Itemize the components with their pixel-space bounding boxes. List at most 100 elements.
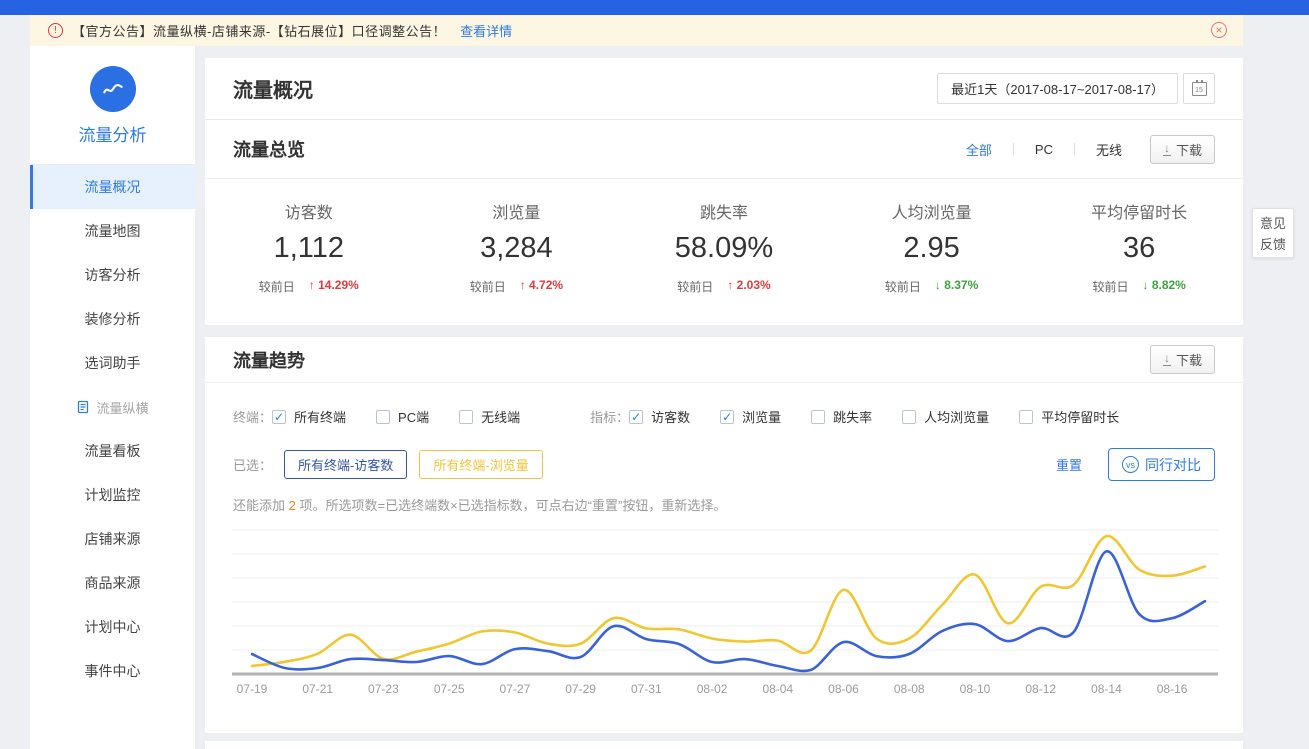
stat-label: 人均浏览量 [828, 199, 1036, 223]
sidebar-item-plan-monitor[interactable]: 计划监控 [30, 473, 195, 517]
sidebar-nav: 流量概况 流量地图 访客分析 装修分析 选词助手 流量纵横 流量看板 计划监控 … [30, 165, 195, 693]
download-label: 下载 [1176, 350, 1202, 369]
stat-avg-stay-time: 平均停留时长 36 较前日 ↓ 8.82% [1035, 199, 1243, 295]
reset-button[interactable]: 重置 [1056, 455, 1082, 474]
stat-change: 较前日 ↓ 8.37% [828, 278, 1036, 295]
svg-text:07-19: 07-19 [237, 682, 268, 696]
warning-icon: ! [48, 23, 63, 38]
checkbox-icon: ✓ [629, 410, 643, 424]
app-title: 流量分析 [30, 121, 195, 146]
download-icon: ↓ [1163, 353, 1171, 366]
stat-change: 较前日 ↑ 4.72% [413, 278, 621, 295]
page-header: 流量概况 最近1天（2017-08-17~2017-08-17） 15 [205, 58, 1243, 120]
svg-text:07-29: 07-29 [565, 682, 596, 696]
checkbox-wireless-terminal[interactable]: ✓ 无线端 [459, 407, 520, 426]
stat-value: 36 [1035, 232, 1243, 265]
stat-bounce-rate: 跳失率 58.09% 较前日 ↑ 2.03% [620, 199, 828, 295]
checkbox-pc-terminal[interactable]: ✓ PC端 [376, 407, 429, 426]
stat-views-per-visitor: 人均浏览量 2.95 较前日 ↓ 8.37% [828, 199, 1036, 295]
stat-label: 浏览量 [413, 199, 621, 223]
checkbox-icon: ✓ [376, 410, 390, 424]
svg-text:08-02: 08-02 [697, 682, 728, 696]
checkbox-avg-stay-time[interactable]: ✓ 平均停留时长 [1019, 407, 1119, 426]
trend-card: 流量趋势 ↓ 下载 终端： ✓ 所有终端 ✓ PC端 ✓ 无线端 指标： [205, 337, 1243, 733]
close-icon[interactable]: × [1211, 22, 1227, 38]
checkbox-all-terminals[interactable]: ✓ 所有终端 [272, 407, 346, 426]
sidebar-item-shop-source[interactable]: 店铺来源 [30, 517, 195, 561]
announcement-detail-link[interactable]: 查看详情 [460, 21, 512, 40]
terminal-tabs: 全部 PC 无线 [966, 140, 1122, 159]
selected-series-row: 已选： 所有终端-访客数 所有终端-浏览量 重置 vs 同行对比 [205, 448, 1243, 481]
sidebar-section-label: 流量纵横 [96, 398, 148, 417]
overview-title: 流量总览 [233, 136, 305, 162]
tag-all-terminals-pageviews[interactable]: 所有终端-浏览量 [419, 450, 542, 479]
svg-text:07-23: 07-23 [368, 682, 399, 696]
tab-wireless[interactable]: 无线 [1096, 140, 1122, 159]
checkbox-icon: ✓ [1019, 410, 1033, 424]
sidebar-item-event-center[interactable]: 事件中心 [30, 649, 195, 693]
sidebar-item-traffic-map[interactable]: 流量地图 [30, 209, 195, 253]
stat-label: 平均停留时长 [1035, 199, 1243, 223]
overview-download-button[interactable]: ↓ 下载 [1150, 135, 1215, 164]
trend-section-header: 流量趋势 ↓ 下载 [205, 337, 1243, 383]
stat-pageviews: 浏览量 3,284 较前日 ↑ 4.72% [413, 199, 621, 295]
sidebar-item-traffic-board[interactable]: 流量看板 [30, 429, 195, 473]
top-blue-bar [0, 0, 1309, 15]
sidebar-section-traffic-compass[interactable]: 流量纵横 [30, 385, 195, 429]
calendar-icon: 15 [1192, 82, 1207, 96]
stat-label: 跳失率 [620, 199, 828, 223]
ledger-icon [76, 400, 90, 414]
page-title: 流量概况 [233, 74, 313, 103]
vs-icon: vs [1122, 456, 1139, 473]
announcement-text: 【官方公告】流量纵横-店铺来源-【钻石展位】口径调整公告！ [72, 21, 446, 40]
svg-text:08-08: 08-08 [894, 682, 925, 696]
trend-arrow-icon: ↓ [935, 278, 941, 292]
sidebar-item-traffic-overview[interactable]: 流量概况 [30, 165, 195, 209]
next-card-edge [205, 741, 1243, 749]
svg-text:08-16: 08-16 [1157, 682, 1188, 696]
trend-arrow-icon: ↑ [727, 278, 733, 292]
trend-line-chart[interactable]: 07-1907-2107-2307-2507-2707-2907-3108-02… [217, 523, 1231, 708]
checkbox-pageviews[interactable]: ✓ 浏览量 [720, 407, 781, 426]
stat-value: 3,284 [413, 232, 621, 265]
feedback-tab[interactable]: 意见 反馈 [1252, 208, 1294, 258]
checkbox-icon: ✓ [272, 410, 286, 424]
date-range-text: 最近1天（2017-08-17~2017-08-17） [951, 79, 1164, 98]
terminal-filter-label: 终端： [233, 407, 272, 426]
svg-text:08-14: 08-14 [1091, 682, 1122, 696]
overview-card: 流量概况 最近1天（2017-08-17~2017-08-17） 15 流量总览… [205, 58, 1243, 325]
svg-text:08-04: 08-04 [762, 682, 793, 696]
checkbox-icon: ✓ [902, 410, 916, 424]
sidebar-item-visitor-analysis[interactable]: 访客分析 [30, 253, 195, 297]
sidebar-item-decoration-analysis[interactable]: 装修分析 [30, 297, 195, 341]
trend-title: 流量趋势 [233, 347, 305, 373]
app-logo-block: 流量分析 [30, 46, 195, 146]
stat-change: 较前日 ↑ 2.03% [620, 278, 828, 295]
date-picker-group: 最近1天（2017-08-17~2017-08-17） 15 [937, 73, 1215, 104]
checkbox-views-per-visitor[interactable]: ✓ 人均浏览量 [902, 407, 989, 426]
checkbox-icon: ✓ [811, 410, 825, 424]
stats-row: 访客数 1,112 较前日 ↑ 14.29% 浏览量 3,284 较前日 ↑ 4… [205, 179, 1243, 295]
peer-compare-button[interactable]: vs 同行对比 [1108, 448, 1215, 481]
sidebar-item-product-source[interactable]: 商品来源 [30, 561, 195, 605]
metric-filter-label: 指标： [590, 407, 629, 426]
sidebar-item-plan-center[interactable]: 计划中心 [30, 605, 195, 649]
selected-label: 已选： [233, 455, 272, 474]
tag-all-terminals-visitors[interactable]: 所有终端-访客数 [284, 450, 407, 479]
trend-filters: 终端： ✓ 所有终端 ✓ PC端 ✓ 无线端 指标： ✓ 访客数 ✓ [205, 407, 1243, 426]
trend-download-button[interactable]: ↓ 下载 [1150, 345, 1215, 374]
announcement-banner: ! 【官方公告】流量纵横-店铺来源-【钻石展位】口径调整公告！ 查看详情 × [30, 15, 1243, 46]
calendar-button[interactable]: 15 [1183, 73, 1215, 104]
svg-text:08-06: 08-06 [828, 682, 859, 696]
sidebar-item-keyword-assistant[interactable]: 选词助手 [30, 341, 195, 385]
checkbox-visitors[interactable]: ✓ 访客数 [629, 407, 690, 426]
svg-text:07-27: 07-27 [500, 682, 531, 696]
stat-label: 访客数 [205, 199, 413, 223]
checkbox-bounce-rate[interactable]: ✓ 跳失率 [811, 407, 872, 426]
tab-all[interactable]: 全部 [966, 140, 992, 159]
download-label: 下载 [1176, 140, 1202, 159]
date-range-picker[interactable]: 最近1天（2017-08-17~2017-08-17） [937, 73, 1178, 104]
stat-value: 2.95 [828, 232, 1036, 265]
tab-pc[interactable]: PC [1035, 142, 1053, 157]
selection-hint: 还能添加 2 项。所选项数=已选终端数×已选指标数，可点右边“重置”按钮，重新选… [205, 495, 1243, 514]
